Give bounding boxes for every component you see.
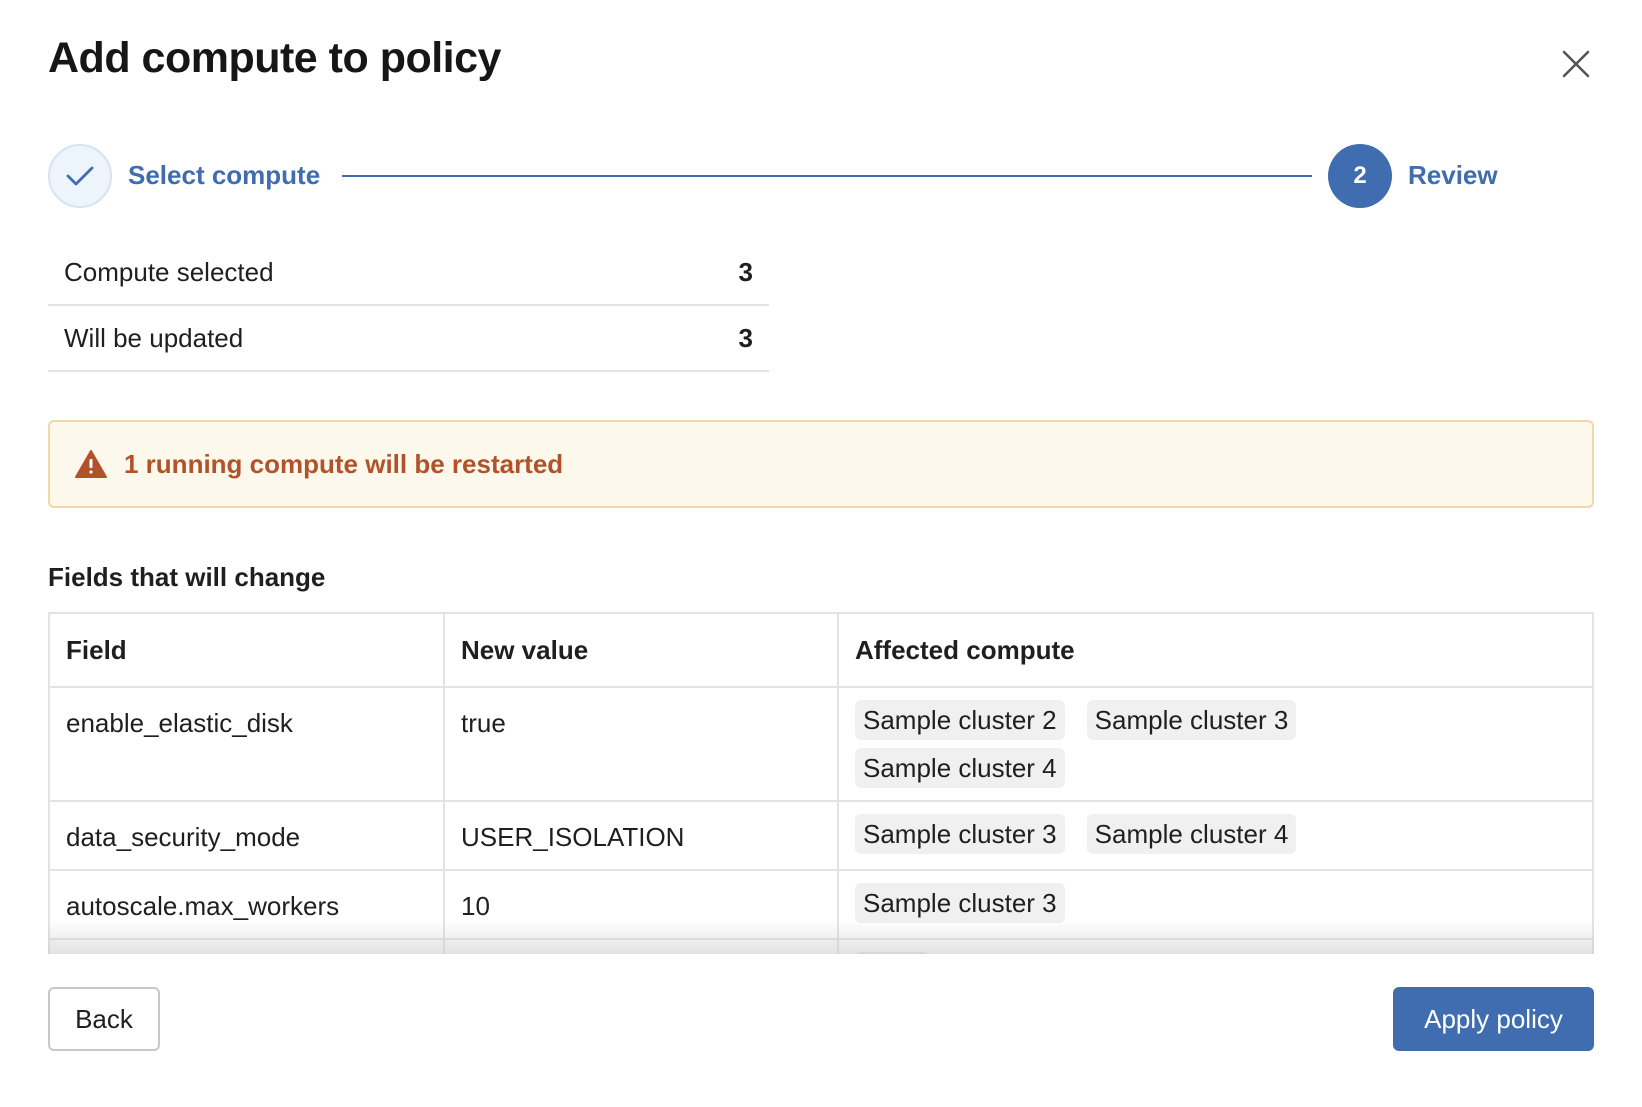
apply-policy-button[interactable]: Apply policy: [1393, 987, 1594, 1051]
summary-value: 3: [738, 322, 753, 353]
warning-triangle-icon: [75, 450, 107, 478]
compute-tag: Sample cluster 4: [1086, 814, 1297, 854]
new-value-cell: true: [443, 686, 839, 802]
close-button[interactable]: [1556, 44, 1596, 84]
field-name-cell: data_security_mode: [48, 800, 445, 871]
summary-row-will-be-updated: Will be updated 3: [48, 306, 769, 372]
compute-tag: Sample cluster 3: [855, 883, 1065, 923]
fields-table: Field New value Affected compute enable_…: [48, 612, 1594, 954]
dialog-title: Add compute to policy: [48, 34, 501, 82]
summary-value: 3: [738, 256, 753, 287]
column-header-new-value: New value: [443, 612, 839, 688]
compute-tag: Sample cluster 4: [855, 748, 1065, 788]
warning-text: 1 running compute will be restarted: [124, 448, 564, 479]
table-header-row: Field New value Affected compute: [48, 612, 1594, 688]
scroll-fade-shadow: [48, 920, 1594, 956]
column-header-affected-compute: Affected compute: [837, 612, 1594, 688]
restart-warning-banner: 1 running compute will be restarted: [48, 420, 1594, 508]
add-compute-dialog: Add compute to policy Select compute 2 R…: [0, 0, 1642, 1107]
step-review-label: Review: [1408, 160, 1498, 190]
compute-tag: Sample cluster 3: [855, 814, 1065, 854]
table-row: data_security_mode USER_ISOLATION Sample…: [48, 800, 1594, 871]
step-review-indicator: 2: [1328, 144, 1392, 208]
table-row: enable_elastic_disk true Sample cluster …: [48, 686, 1594, 802]
step-select-compute-label[interactable]: Select compute: [128, 160, 320, 191]
affected-compute-cell: Sample cluster 3 Sample cluster 4: [837, 800, 1594, 871]
summary-label: Will be updated: [64, 322, 244, 353]
stepper-connector: [342, 175, 1312, 177]
close-icon: [1562, 50, 1590, 78]
affected-compute-cell: Sample cluster 2 Sample cluster 3 Sample …: [837, 686, 1594, 802]
field-name-cell: enable_elastic_disk: [48, 686, 445, 802]
fields-table-container[interactable]: Field New value Affected compute enable_…: [48, 612, 1594, 954]
column-header-field: Field: [48, 612, 445, 688]
compute-tag: Sample cluster 2: [855, 700, 1065, 740]
summary-row-compute-selected: Compute selected 3: [48, 240, 769, 306]
compute-tag: Sample cluster 3: [1086, 700, 1297, 740]
fields-section-title: Fields that will change: [48, 562, 326, 592]
new-value-cell: USER_ISOLATION: [443, 800, 839, 871]
summary-label: Compute selected: [64, 256, 274, 287]
back-button[interactable]: Back: [48, 987, 160, 1051]
summary-list: Compute selected 3 Will be updated 3: [48, 240, 769, 372]
step-select-compute-indicator[interactable]: [48, 144, 112, 208]
check-icon: [66, 166, 94, 186]
